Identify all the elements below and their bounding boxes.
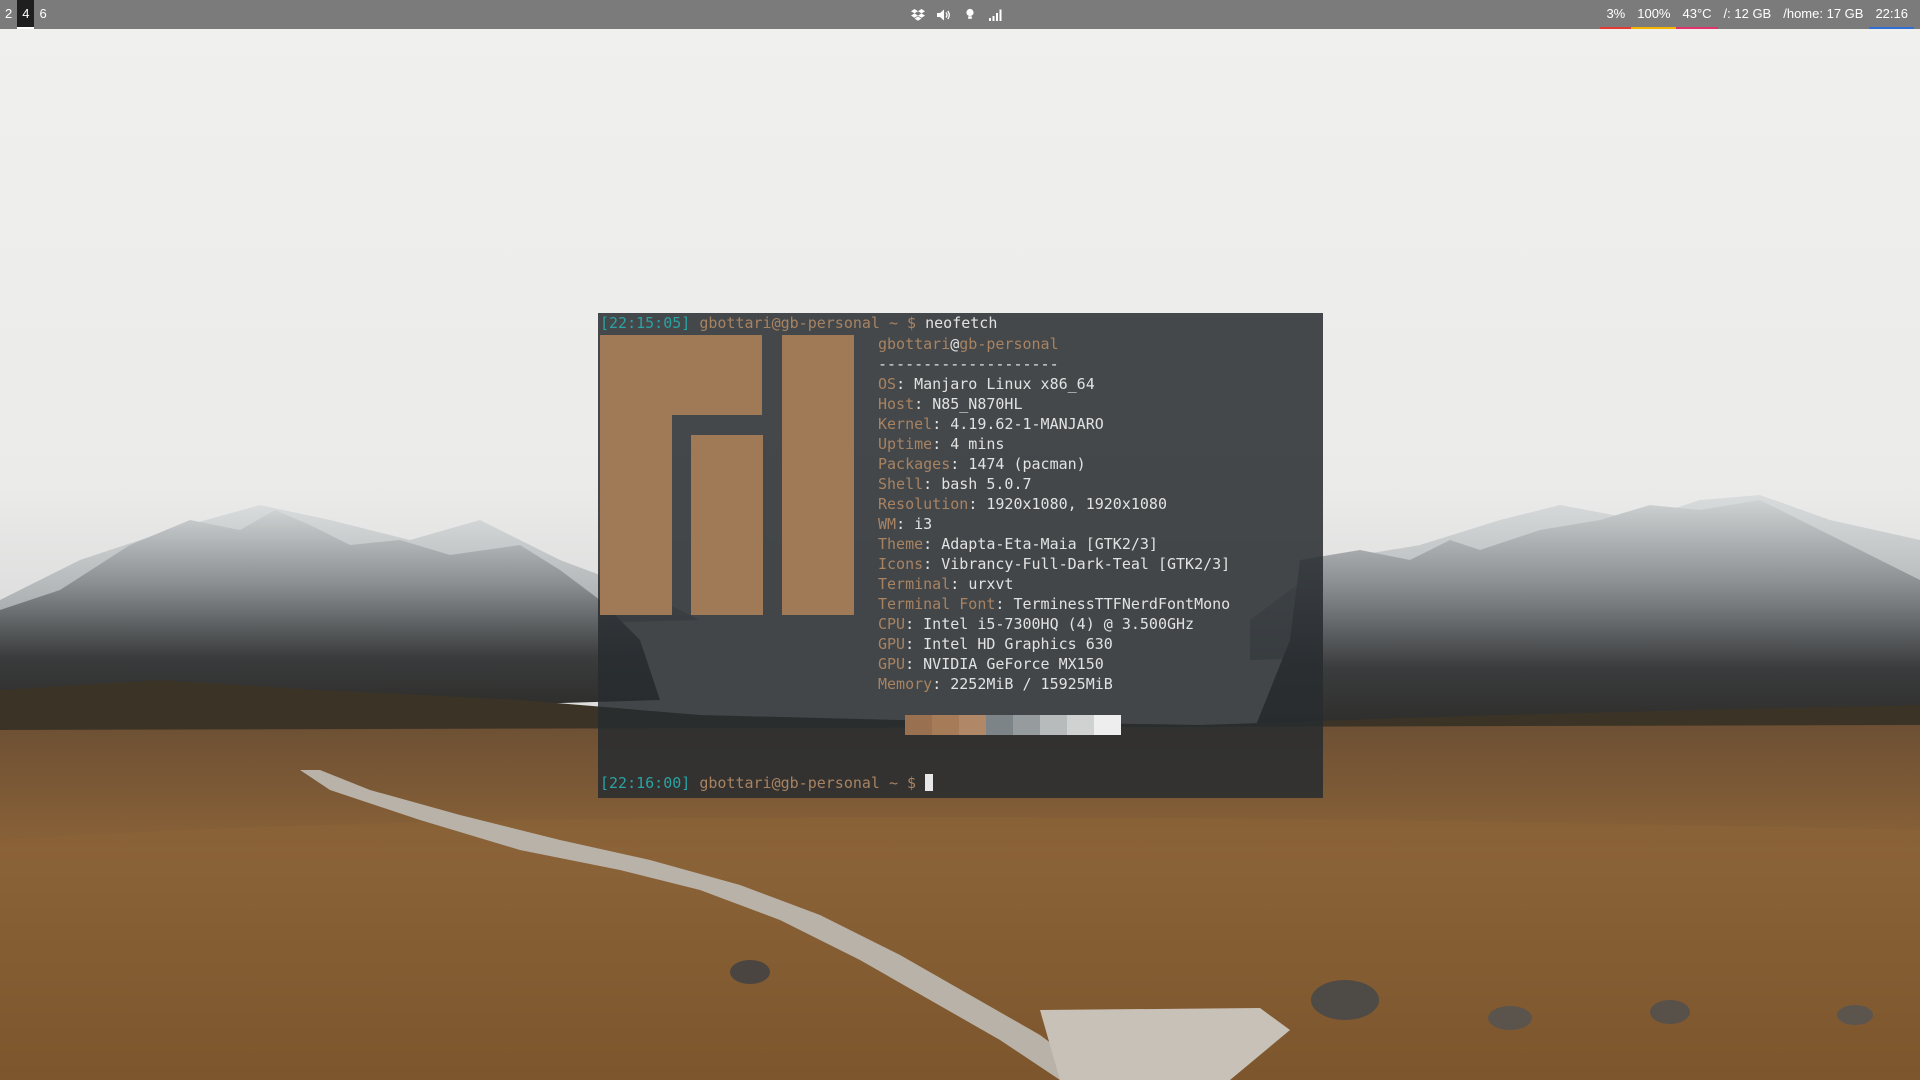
palette-swatch — [905, 715, 932, 735]
info-key: CPU — [878, 615, 906, 633]
info-value: N85_N870HL — [932, 395, 1023, 413]
info-row-resolution: Resolution: 1920x1080, 1920x1080 — [878, 495, 1167, 513]
info-user: gbottari — [878, 335, 951, 353]
info-key: OS — [878, 375, 897, 393]
palette-swatch — [1094, 715, 1121, 735]
info-value: 1474 (pacman) — [968, 455, 1086, 473]
info-value: 1920x1080, 1920x1080 — [986, 495, 1167, 513]
info-key: Terminal — [878, 575, 951, 593]
info-value: NVIDIA GeForce MX150 — [923, 655, 1104, 673]
terminal-window[interactable]: [22:15:05] gbottari@gb-personal ~ $ neof… — [598, 313, 1323, 798]
info-value: bash 5.0.7 — [941, 475, 1032, 493]
bulb-icon[interactable] — [962, 7, 978, 23]
text-cursor[interactable] — [925, 774, 934, 791]
info-value: TerminessTTFNerdFontMono — [1013, 595, 1231, 613]
neofetch-info: gbottari@gb-personal -------------------… — [878, 334, 1230, 694]
info-key: Host — [878, 395, 915, 413]
info-key: Kernel — [878, 415, 933, 433]
workspace-6-button[interactable]: 6 — [34, 0, 51, 29]
palette-swatch — [1013, 715, 1040, 735]
info-key: Resolution — [878, 495, 969, 513]
palette-swatch — [932, 715, 959, 735]
info-row-packages: Packages: 1474 (pacman) — [878, 455, 1086, 473]
palette-swatch — [1067, 715, 1094, 735]
info-row-wm: WM: i3 — [878, 515, 933, 533]
info-row-terminal-font: Terminal Font: TerminessTTFNerdFontMono — [878, 595, 1231, 613]
prompt-path: ~ $ — [879, 314, 926, 332]
info-value: 2252MiB / 15925MiB — [950, 675, 1113, 693]
info-key: Packages — [878, 455, 951, 473]
info-row-theme: Theme: Adapta-Eta-Maia [GTK2/3] — [878, 535, 1158, 553]
info-row-kernel: Kernel: 4.19.62-1-MANJARO — [878, 415, 1104, 433]
info-key: GPU — [878, 635, 906, 653]
workspace-2-button[interactable]: 2 — [0, 0, 17, 29]
info-row-gpu-2: GPU: NVIDIA GeForce MX150 — [878, 655, 1104, 673]
info-key: Theme — [878, 535, 924, 553]
prompt-line-1: [22:15:05] gbottari@gb-personal ~ $ neof… — [600, 313, 997, 333]
prompt-user-host: gbottari@gb-personal — [699, 314, 880, 332]
top-status-bar: 2 4 6 3% 100% 43°C /: 12 GB /home: 17 GB… — [0, 0, 1920, 29]
info-host: gb-personal — [959, 335, 1059, 353]
info-key: Uptime — [878, 435, 933, 453]
info-key: Terminal Font — [878, 595, 996, 613]
prompt-time: [22:16:00] — [600, 774, 691, 792]
info-at: @ — [950, 335, 960, 353]
info-row-host: Host: N85_N870HL — [878, 395, 1023, 413]
clock-module[interactable]: 22:16 — [1869, 0, 1914, 29]
workspace-switcher: 2 4 6 — [0, 0, 52, 29]
info-row-memory: Memory: 2252MiB / 15925MiB — [878, 675, 1113, 693]
palette-swatch — [959, 715, 986, 735]
volume-icon[interactable] — [936, 7, 952, 23]
info-value: Intel HD Graphics 630 — [923, 635, 1113, 653]
disk-root-module: /: 12 GB — [1723, 6, 1772, 21]
cpu-usage-module: 3% — [1600, 0, 1632, 29]
dropbox-icon[interactable] — [910, 7, 926, 23]
info-value: Adapta-Eta-Maia [GTK2/3] — [941, 535, 1158, 553]
info-value: urxvt — [968, 575, 1014, 593]
palette-swatch — [986, 715, 1013, 735]
prompt-line-2: [22:16:00] gbottari@gb-personal ~ $ — [600, 773, 934, 793]
info-key: Memory — [878, 675, 933, 693]
manjaro-logo — [600, 335, 854, 615]
temperature-module: 43°C — [1676, 0, 1718, 29]
color-palette — [905, 715, 1121, 735]
info-value: i3 — [914, 515, 933, 533]
prompt-command: neofetch — [925, 314, 998, 332]
info-value: Intel i5-7300HQ (4) @ 3.500GHz — [923, 615, 1195, 633]
signal-icon[interactable] — [988, 7, 1004, 23]
info-value: 4.19.62-1-MANJARO — [950, 415, 1104, 433]
workspace-4-button[interactable]: 4 — [17, 0, 35, 29]
info-header: gbottari@gb-personal — [878, 334, 1230, 354]
prompt-time: [22:15:05] — [600, 314, 691, 332]
battery-module: 100% — [1631, 0, 1677, 29]
status-modules: 3% 100% 43°C /: 12 GB /home: 17 GB 22:16 — [1600, 0, 1914, 29]
info-key: GPU — [878, 655, 906, 673]
info-row-uptime: Uptime: 4 mins — [878, 435, 1005, 453]
prompt-user-host: gbottari@gb-personal — [699, 774, 880, 792]
info-key: Shell — [878, 475, 924, 493]
info-value: Manjaro Linux x86_64 — [914, 375, 1095, 393]
system-tray — [910, 0, 1004, 29]
info-row-gpu-1: GPU: Intel HD Graphics 630 — [878, 635, 1113, 653]
info-row-terminal: Terminal: urxvt — [878, 575, 1014, 593]
info-value: 4 mins — [950, 435, 1005, 453]
info-key: Icons — [878, 555, 924, 573]
info-row-icons: Icons: Vibrancy-Full-Dark-Teal [GTK2/3] — [878, 555, 1231, 573]
info-row-os: OS: Manjaro Linux x86_64 — [878, 375, 1095, 393]
prompt-path: ~ $ — [879, 774, 926, 792]
info-row-cpu: CPU: Intel i5-7300HQ (4) @ 3.500GHz — [878, 615, 1195, 633]
info-row-shell: Shell: bash 5.0.7 — [878, 475, 1032, 493]
palette-swatch — [1040, 715, 1067, 735]
disk-home-module: /home: 17 GB — [1783, 6, 1864, 21]
info-separator: -------------------- — [878, 355, 1059, 373]
info-key: WM — [878, 515, 897, 533]
info-value: Vibrancy-Full-Dark-Teal [GTK2/3] — [941, 555, 1231, 573]
